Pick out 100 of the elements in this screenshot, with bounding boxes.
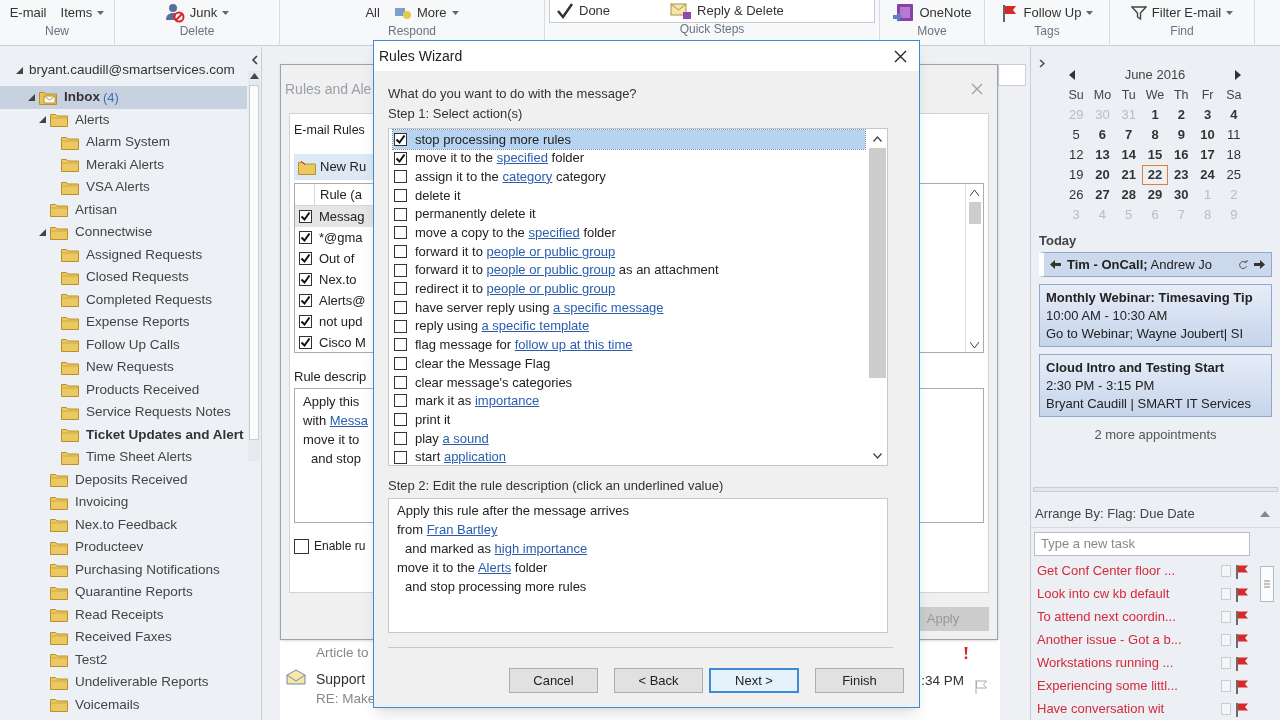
folder-row[interactable]: Connectwise: [0, 221, 248, 244]
action-row[interactable]: permanently delete it: [393, 204, 865, 224]
action-row[interactable]: flag message for follow up at this time: [393, 335, 865, 355]
folder-row[interactable]: Follow Up Calls: [0, 333, 248, 356]
account-name[interactable]: bryant.caudill@smartservices.com: [29, 59, 235, 81]
task-title[interactable]: Another issue - Got a b...: [1037, 630, 1217, 650]
ribbon-button[interactable]: All: [365, 2, 380, 23]
scroll-thumb[interactable]: [1260, 565, 1274, 602]
previous-month-icon[interactable]: [1069, 70, 1075, 80]
folder-row[interactable]: Producteev: [0, 536, 248, 559]
calendar-day[interactable]: 6: [1089, 125, 1116, 145]
task-checkbox[interactable]: [1221, 657, 1231, 669]
calendar-day[interactable]: 13: [1089, 145, 1116, 165]
calendar-day[interactable]: 8: [1141, 125, 1169, 145]
dialog-button[interactable]: Finish: [815, 668, 904, 693]
link[interactable]: specified: [496, 150, 548, 166]
checkbox[interactable]: [394, 450, 407, 464]
appointment-card[interactable]: Monthly Webinar: Timesaving Tip 10:00 AM - 10:30 AM Go to Webinar; Wayne Joubert| SI: [1039, 284, 1272, 347]
calendar-day[interactable]: 27: [1089, 185, 1116, 205]
calendar-day[interactable]: 10: [1194, 125, 1221, 145]
ribbon-button[interactable]: Items: [60, 2, 105, 23]
checkbox[interactable]: [299, 231, 312, 244]
dialog-button[interactable]: Next >: [709, 668, 799, 693]
calendar-day[interactable]: 5: [1063, 125, 1090, 145]
close-icon[interactable]: [894, 49, 907, 63]
action-row[interactable]: assign it to the category category: [393, 167, 865, 187]
folder-row[interactable]: Quarantine Reports: [0, 581, 248, 604]
rule-row[interactable]: *@gma: [295, 227, 385, 248]
checkbox[interactable]: [394, 282, 407, 296]
checkbox[interactable]: [394, 207, 407, 221]
folder-row[interactable]: Invoicing: [0, 491, 248, 514]
triangle-icon[interactable]: [39, 228, 46, 236]
checkbox[interactable]: [394, 375, 407, 389]
scroll-down-icon[interactable]: [872, 453, 882, 459]
folder-row[interactable]: New Requests: [0, 356, 248, 379]
action-row[interactable]: mark it as importance: [393, 391, 865, 411]
link[interactable]: people or public group: [486, 262, 616, 278]
triangle-icon[interactable]: [39, 116, 46, 124]
all-day-event[interactable]: Tim - OnCall; Andrew Jo: [1039, 252, 1272, 277]
ribbon-button[interactable]: More: [393, 2, 459, 23]
folder-row[interactable]: Closed Requests: [0, 266, 248, 289]
checkbox[interactable]: [299, 294, 312, 307]
link[interactable]: follow up at this time: [514, 337, 633, 353]
task-checkbox[interactable]: [1221, 611, 1231, 623]
calendar-day[interactable]: 16: [1168, 145, 1195, 165]
folder-row[interactable]: Undeliverable Reports: [0, 671, 248, 694]
calendar-day[interactable]: 28: [1115, 185, 1142, 205]
flag-icon[interactable]: [1235, 678, 1249, 694]
scroll-up-icon[interactable]: [970, 190, 979, 196]
checkbox[interactable]: [394, 319, 407, 333]
checkbox[interactable]: [299, 273, 312, 286]
checkbox[interactable]: [394, 188, 407, 202]
calendar-day[interactable]: 20: [1089, 165, 1116, 185]
checkbox[interactable]: [299, 210, 312, 223]
action-row[interactable]: reply using a specific template: [393, 316, 865, 336]
folder-row[interactable]: Artisan: [0, 198, 248, 221]
arrange-by-label[interactable]: Arrange By: Flag: Due Date: [1035, 504, 1195, 524]
flag-icon[interactable]: [1235, 701, 1249, 717]
ribbon-button[interactable]: Filter E-mail: [1130, 2, 1234, 23]
ribbon-button[interactable]: OneNote: [892, 2, 972, 23]
folder-row[interactable]: Voicemails: [0, 693, 248, 716]
link[interactable]: people or public group: [486, 281, 616, 297]
scroll-thumb[interactable]: [249, 85, 259, 440]
checkbox[interactable]: [394, 244, 407, 258]
rule-row[interactable]: Cisco M: [295, 332, 385, 353]
ribbon-button[interactable]: Junk: [164, 2, 230, 23]
ribbon-button[interactable]: E-mail: [9, 2, 47, 23]
folder-row[interactable]: Products Received: [0, 378, 248, 401]
calendar-day[interactable]: 26: [1063, 185, 1090, 205]
rule-row[interactable]: not upd: [295, 311, 385, 332]
task-checkbox[interactable]: [1221, 565, 1231, 577]
scroll-down-icon[interactable]: [970, 342, 979, 348]
flag-icon[interactable]: [1235, 609, 1249, 625]
scrollbar[interactable]: [248, 71, 260, 461]
task-checkbox[interactable]: [1221, 680, 1231, 692]
link[interactable]: people or public group: [486, 243, 616, 259]
flag-icon[interactable]: [1235, 586, 1249, 602]
task-title[interactable]: Look into cw kb default: [1037, 584, 1217, 604]
folder-row[interactable]: Expense Reports: [0, 311, 248, 334]
calendar-day[interactable]: 25: [1220, 165, 1247, 185]
calendar-day[interactable]: 19: [1063, 165, 1090, 185]
ribbon-button[interactable]: Follow Up: [1000, 2, 1094, 23]
link[interactable]: a sound: [442, 430, 489, 446]
calendar-day[interactable]: 7: [1115, 125, 1142, 145]
folder-row[interactable]: Nex.to Feedback: [0, 513, 248, 536]
task-title[interactable]: Experiencing some littl...: [1037, 676, 1217, 696]
flag-icon[interactable]: [1235, 563, 1249, 579]
scroll-up-icon[interactable]: [872, 136, 882, 142]
scroll-thumb[interactable]: [868, 148, 886, 378]
dialog-button[interactable]: Cancel: [509, 668, 598, 693]
action-row[interactable]: start application: [393, 447, 865, 467]
folder-row[interactable]: Ticket Updates and Alert: [0, 423, 248, 446]
checkbox[interactable]: [394, 226, 407, 240]
flag-icon[interactable]: [1235, 655, 1249, 671]
calendar-day[interactable]: 23: [1168, 165, 1195, 185]
task-checkbox[interactable]: [1221, 703, 1231, 715]
action-row[interactable]: clear the Message Flag: [393, 354, 865, 373]
action-row[interactable]: forward it to people or public group as an attachment: [393, 260, 865, 280]
task-title[interactable]: Workstations running ...: [1037, 653, 1217, 673]
flag-icon[interactable]: [1235, 632, 1249, 648]
